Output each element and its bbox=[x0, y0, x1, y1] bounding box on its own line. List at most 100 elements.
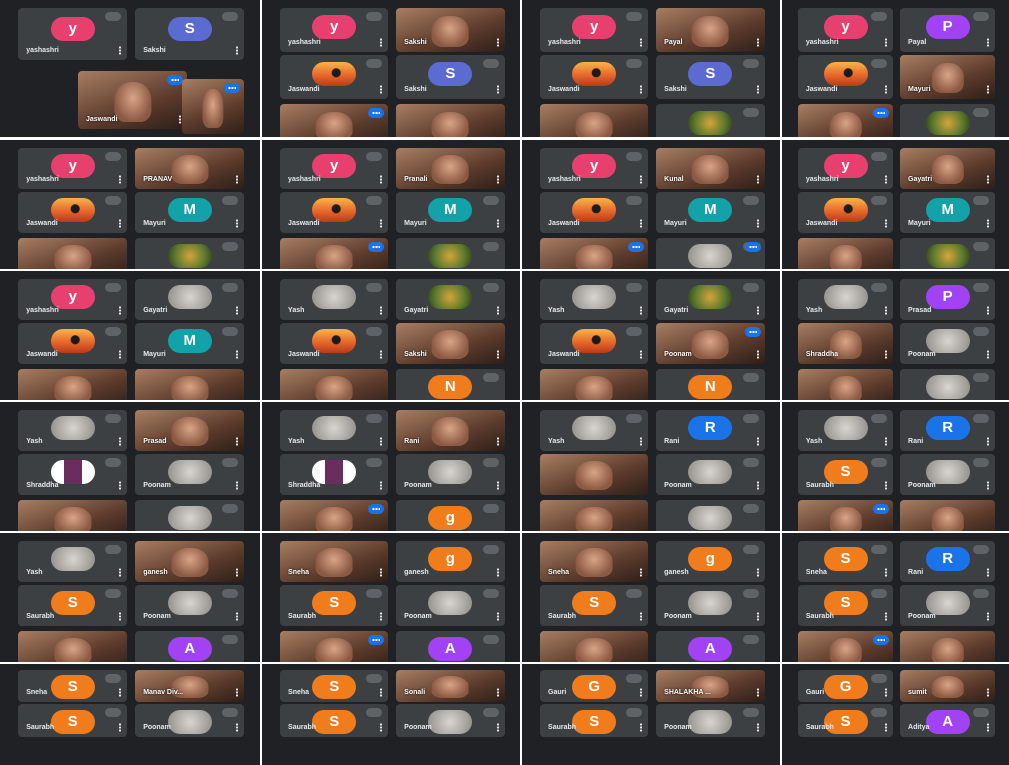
participant-tile[interactable]: Yash bbox=[797, 409, 894, 451]
more-options-icon[interactable] bbox=[496, 437, 499, 446]
more-options-icon[interactable] bbox=[885, 175, 888, 184]
participant-tile[interactable]: Shraddha bbox=[18, 453, 128, 495]
participant-tile[interactable]: A bbox=[396, 631, 505, 662]
participant-tile[interactable] bbox=[797, 500, 894, 531]
participant-tile[interactable]: S Sakshi bbox=[656, 54, 765, 99]
participant-tile[interactable]: Jaswandi bbox=[540, 54, 649, 99]
participant-tile[interactable]: P Payal bbox=[900, 8, 996, 53]
participant-tile[interactable] bbox=[656, 238, 765, 269]
participant-tile[interactable]: Jaswandi bbox=[18, 322, 128, 364]
participant-tile[interactable]: M Mayuri bbox=[135, 191, 245, 233]
participant-tile[interactable] bbox=[18, 369, 128, 400]
participant-tile[interactable]: Poonam bbox=[135, 584, 245, 626]
more-options-icon[interactable] bbox=[640, 306, 643, 315]
participant-tile[interactable] bbox=[280, 631, 389, 662]
participant-tile[interactable]: Poonam bbox=[656, 322, 765, 364]
participant-tile[interactable]: Pranali bbox=[396, 147, 505, 189]
participant-tile[interactable]: S Sneha bbox=[280, 670, 389, 703]
more-options-icon[interactable] bbox=[640, 38, 643, 48]
more-options-icon[interactable] bbox=[640, 722, 643, 732]
participant-tile[interactable]: Jaswandi bbox=[280, 54, 389, 99]
participant-tile[interactable]: Yash bbox=[540, 409, 649, 451]
participant-tile[interactable]: Poonam bbox=[135, 704, 245, 737]
participant-tile[interactable]: Poonam bbox=[900, 322, 996, 364]
participant-tile[interactable] bbox=[540, 104, 649, 137]
participant-tile[interactable]: y yashashri bbox=[540, 8, 649, 53]
participant-tile[interactable]: S Sakshi bbox=[396, 54, 505, 99]
participant-tile[interactable]: S Saurabh bbox=[540, 584, 649, 626]
participant-tile[interactable]: SHALAKHA ... bbox=[656, 670, 765, 703]
more-options-icon[interactable] bbox=[380, 480, 383, 490]
more-options-icon[interactable] bbox=[756, 38, 759, 48]
participant-tile[interactable]: Poonam bbox=[396, 584, 505, 626]
more-options-icon[interactable] bbox=[119, 175, 122, 184]
participant-tile[interactable]: Jaswandi bbox=[797, 54, 894, 99]
participant-tile[interactable]: R Rani bbox=[900, 540, 996, 582]
more-options-icon[interactable] bbox=[380, 218, 383, 228]
participant-tile[interactable]: Gayatri bbox=[135, 278, 245, 320]
participant-tile[interactable]: R Rani bbox=[656, 409, 765, 451]
participant-tile[interactable]: Jaswandi bbox=[540, 322, 649, 364]
participant-tile[interactable]: A Aditya bbox=[900, 704, 996, 737]
participant-tile[interactable]: Shraddha bbox=[797, 322, 894, 364]
participant-tile[interactable]: R Rani bbox=[900, 409, 996, 451]
participant-tile[interactable]: S Saurabh bbox=[18, 584, 128, 626]
more-options-icon[interactable] bbox=[987, 568, 990, 577]
participant-tile[interactable]: Jaswandi bbox=[280, 191, 389, 233]
more-options-icon[interactable] bbox=[987, 218, 990, 228]
participant-tile[interactable]: Yash bbox=[280, 278, 389, 320]
more-options-icon[interactable] bbox=[380, 722, 383, 732]
more-options-icon[interactable] bbox=[987, 175, 990, 184]
more-options-icon[interactable] bbox=[987, 349, 990, 359]
participant-tile[interactable]: S Sneha bbox=[18, 670, 128, 703]
participant-tile[interactable]: Gayatri bbox=[656, 278, 765, 320]
more-options-icon[interactable] bbox=[640, 84, 643, 94]
participant-tile[interactable] bbox=[540, 500, 649, 531]
more-options-icon[interactable] bbox=[380, 175, 383, 184]
more-options-icon[interactable] bbox=[756, 306, 759, 315]
participant-tile[interactable] bbox=[135, 500, 245, 531]
participant-tile[interactable]: Yash bbox=[280, 409, 389, 451]
more-options-icon[interactable] bbox=[885, 480, 888, 490]
participant-tile[interactable] bbox=[280, 369, 389, 400]
more-options-icon[interactable] bbox=[236, 611, 239, 621]
more-options-icon[interactable] bbox=[179, 114, 182, 124]
more-options-icon[interactable] bbox=[640, 218, 643, 228]
more-options-icon[interactable] bbox=[119, 437, 122, 446]
participant-tile[interactable]: y yashashri bbox=[797, 147, 894, 189]
more-options-icon[interactable] bbox=[119, 306, 122, 315]
participant-tile[interactable]: M Mayuri bbox=[656, 191, 765, 233]
participant-tile[interactable] bbox=[797, 104, 894, 137]
more-options-icon[interactable] bbox=[987, 722, 990, 732]
participant-tile[interactable]: Poonam bbox=[656, 584, 765, 626]
more-options-icon[interactable] bbox=[119, 46, 122, 56]
more-options-icon[interactable] bbox=[885, 306, 888, 315]
participant-tile[interactable]: Yash bbox=[540, 278, 649, 320]
more-options-icon[interactable] bbox=[885, 84, 888, 94]
participant-tile[interactable]: y yashashri bbox=[18, 8, 128, 61]
more-options-icon[interactable] bbox=[119, 480, 122, 490]
more-options-icon[interactable] bbox=[640, 611, 643, 621]
participant-tile[interactable]: Shraddha bbox=[280, 453, 389, 495]
more-options-icon[interactable] bbox=[380, 84, 383, 94]
participant-tile[interactable]: Payal bbox=[656, 8, 765, 53]
participant-tile[interactable]: M Mayuri bbox=[900, 191, 996, 233]
participant-tile[interactable] bbox=[656, 500, 765, 531]
participant-tile[interactable]: Poonam bbox=[656, 453, 765, 495]
more-options-icon[interactable] bbox=[496, 218, 499, 228]
participant-tile[interactable] bbox=[135, 238, 245, 269]
more-options-icon[interactable] bbox=[640, 568, 643, 577]
participant-tile[interactable]: Gayatri bbox=[900, 147, 996, 189]
more-options-icon[interactable] bbox=[496, 84, 499, 94]
more-options-icon[interactable] bbox=[640, 437, 643, 446]
more-options-icon[interactable] bbox=[885, 568, 888, 577]
more-options-icon[interactable] bbox=[236, 437, 239, 446]
more-options-icon[interactable] bbox=[496, 175, 499, 184]
participant-tile[interactable]: Yash bbox=[18, 540, 128, 582]
more-options-icon[interactable] bbox=[496, 722, 499, 732]
more-options-icon[interactable] bbox=[380, 437, 383, 446]
more-options-icon[interactable] bbox=[236, 688, 239, 698]
participant-tile[interactable] bbox=[900, 500, 996, 531]
more-options-icon[interactable] bbox=[987, 84, 990, 94]
more-options-icon[interactable] bbox=[236, 349, 239, 359]
